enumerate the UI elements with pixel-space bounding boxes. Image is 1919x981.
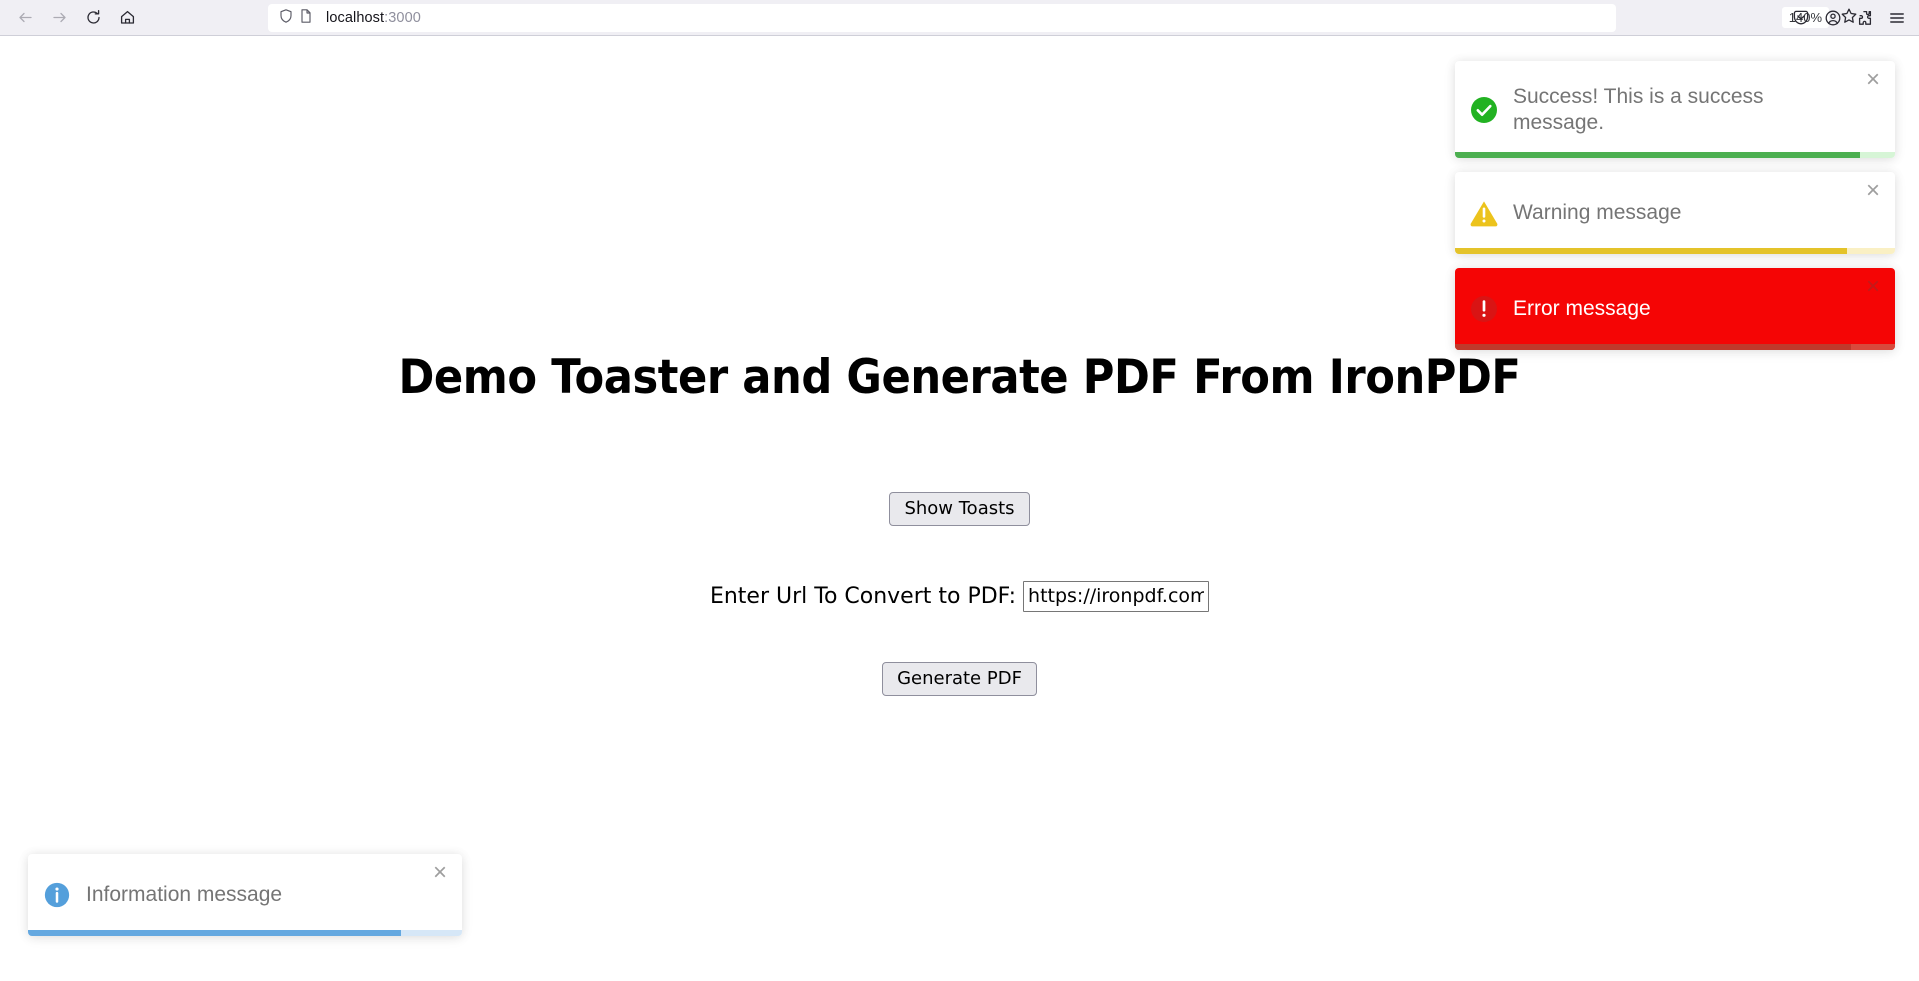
toast-close-button[interactable]: ×	[1862, 275, 1884, 299]
toast-progress-fill	[28, 930, 402, 936]
extensions-button[interactable]	[1849, 3, 1881, 33]
pocket-save-button[interactable]	[1785, 3, 1817, 33]
home-icon	[119, 9, 136, 26]
toolbar-right-actions	[1785, 3, 1913, 33]
toast-container-bottom-left: Information message ×	[28, 854, 462, 950]
browser-toolbar: localhost:3000 140%	[0, 0, 1919, 36]
home-button[interactable]	[110, 3, 144, 33]
account-circle-icon	[1824, 9, 1842, 27]
url-text: localhost:3000	[326, 10, 421, 26]
toast-progress-fill	[1455, 248, 1847, 254]
toast-warning[interactable]: Warning message ×	[1455, 172, 1895, 254]
account-button[interactable]	[1817, 3, 1849, 33]
toast-success[interactable]: Success! This is a success message. ×	[1455, 61, 1895, 158]
back-arrow-icon	[17, 9, 34, 26]
url-input-label: Enter Url To Convert to PDF:	[709, 584, 1017, 609]
generate-pdf-button[interactable]: Generate PDF	[882, 662, 1037, 696]
show-toasts-button[interactable]: Show Toasts	[889, 492, 1030, 526]
page-document-icon[interactable]	[298, 8, 314, 29]
toast-message: Warning message	[1513, 201, 1682, 224]
pocket-save-icon	[1792, 9, 1810, 27]
main-form: Show Toasts Enter Url To Convert to PDF:…	[0, 492, 1919, 696]
toast-close-button[interactable]: ×	[1862, 179, 1884, 203]
warning-triangle-icon	[1469, 198, 1499, 228]
toast-close-button[interactable]: ×	[429, 861, 451, 885]
page-content: Demo Toaster and Generate PDF From IronP…	[0, 37, 1919, 981]
url-host: localhost	[326, 10, 385, 26]
toast-close-button[interactable]: ×	[1862, 68, 1884, 92]
show-toasts-row: Show Toasts	[0, 492, 1919, 526]
toast-error[interactable]: Error message ×	[1455, 268, 1895, 350]
forward-button[interactable]	[42, 3, 76, 33]
check-circle-icon	[1469, 95, 1499, 125]
toast-message: Success! This is a success message.	[1513, 84, 1764, 134]
url-input[interactable]	[1023, 581, 1210, 612]
toast-info[interactable]: Information message ×	[28, 854, 462, 936]
generate-pdf-row: Generate PDF	[0, 662, 1919, 696]
url-port: :3000	[384, 10, 421, 26]
address-bar[interactable]: localhost:3000	[268, 4, 1616, 32]
toast-progress-fill	[1455, 344, 1851, 350]
navigation-buttons	[8, 3, 144, 33]
forward-arrow-icon	[51, 9, 68, 26]
toast-progress-fill	[1455, 152, 1860, 158]
toast-message: Error message	[1513, 297, 1651, 320]
reload-button[interactable]	[76, 3, 110, 33]
toast-container-top-right: Success! This is a success message. × Wa…	[1455, 61, 1895, 364]
extensions-puzzle-icon	[1856, 9, 1874, 27]
address-bar-icons	[278, 8, 314, 29]
info-circle-icon	[42, 880, 72, 910]
error-circle-icon	[1469, 294, 1499, 324]
reload-icon	[85, 9, 102, 26]
shield-icon[interactable]	[278, 8, 294, 29]
back-button[interactable]	[8, 3, 42, 33]
toast-message: Information message	[86, 883, 283, 906]
app-menu-button[interactable]	[1881, 3, 1913, 33]
hamburger-menu-icon	[1888, 9, 1906, 27]
url-form-row: Enter Url To Convert to PDF:	[0, 581, 1919, 612]
